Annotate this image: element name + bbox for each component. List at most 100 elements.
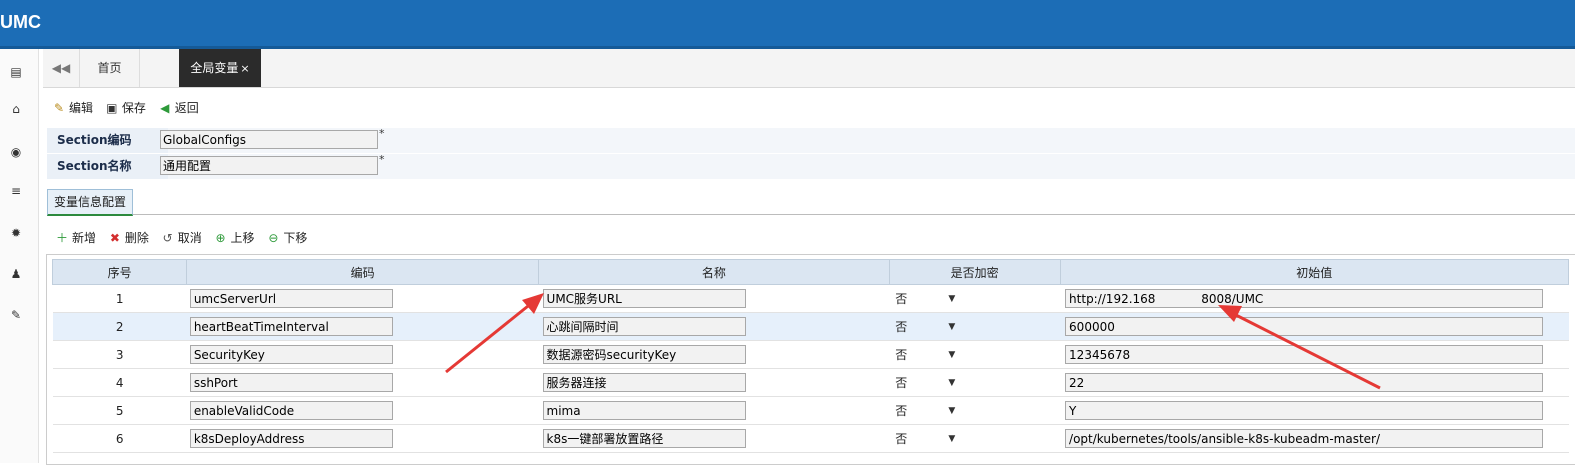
bank-icon[interactable]: ⌂ [8, 101, 24, 117]
name-input[interactable] [542, 289, 746, 308]
row-no-cell: 6 [52, 424, 187, 453]
row-no: 2 [115, 319, 124, 334]
code-input[interactable] [189, 345, 393, 364]
section-name-input[interactable] [160, 156, 378, 175]
code-input[interactable] [189, 401, 393, 420]
value-input[interactable] [1065, 401, 1544, 420]
encrypt-select[interactable]: 否 ▼ [889, 290, 961, 308]
section-form: Section编码 * Section名称 * [47, 127, 1575, 180]
edit-label: 编辑 [69, 101, 94, 115]
row-no-cell: 3 [52, 340, 187, 369]
save-button[interactable]: ▣ 保存 [105, 99, 146, 116]
row-no: 4 [115, 375, 124, 390]
red-arrow-annotation-2 [1218, 305, 1381, 390]
sidebar: ▤ ⌂ ◉ ≡ ✹ ♟ ✎ [0, 49, 39, 463]
code-input[interactable] [189, 429, 393, 448]
move-down-label: 下移 [283, 231, 308, 245]
header-encrypt[interactable]: 是否加密 [888, 259, 1061, 285]
add-button[interactable]: ＋ 新增 [55, 229, 96, 246]
users-icon[interactable]: ♟ [8, 266, 24, 282]
name-input[interactable] [542, 317, 746, 336]
row-no: 3 [115, 347, 124, 362]
code-input[interactable] [189, 317, 393, 336]
encrypt-value: 否 [895, 376, 908, 390]
move-down-button[interactable]: ⊖ 下移 [266, 229, 307, 246]
undo-icon: ↺ [162, 230, 173, 245]
name-input[interactable] [542, 345, 746, 364]
header-no[interactable]: 序号 [51, 259, 188, 285]
tab-home[interactable]: 首页 [80, 49, 140, 87]
edit-button[interactable]: ✎ 编辑 [52, 99, 93, 116]
back-button[interactable]: ◀ 返回 [158, 99, 199, 116]
eye-icon[interactable]: ◉ [8, 144, 24, 160]
arrow-up-icon: ⊕ [215, 230, 226, 245]
encrypt-cell: 否 ▼ [889, 424, 1061, 453]
name-cell [538, 396, 890, 425]
name-input[interactable] [542, 373, 746, 392]
name-cell [538, 312, 890, 341]
section-code-cell: * [159, 127, 1459, 152]
close-icon[interactable]: × [240, 62, 249, 75]
cancel-label: 取消 [177, 231, 202, 245]
delete-button[interactable]: ✖ 删除 [108, 229, 149, 246]
value-input[interactable] [1065, 429, 1544, 448]
table-row[interactable]: 6 否▼ [52, 424, 1569, 453]
row-no-cell: 2 [52, 312, 187, 341]
encrypt-cell: 否 ▼ [889, 340, 1061, 369]
tabs-bar: ◀◀ 首页 全局变量 × [43, 49, 1575, 88]
name-input[interactable] [542, 401, 746, 420]
tab-variable-config[interactable]: 变量信息配置 [47, 189, 134, 216]
code-input[interactable] [189, 289, 393, 308]
gear-icon[interactable]: ✹ [8, 225, 24, 241]
move-up-button[interactable]: ⊕ 上移 [214, 229, 255, 246]
table-header-row: 序号 编码 名称 是否加密 初始值 [51, 259, 1570, 285]
arrow-shaft [445, 296, 539, 374]
table-row[interactable]: 5否▼ [52, 396, 1569, 425]
header-name[interactable]: 名称 [538, 259, 890, 285]
chevron-down-icon: ▼ [948, 293, 956, 304]
section-code-input[interactable] [160, 130, 378, 149]
tab-label: 全局变量 [190, 61, 239, 75]
row-no-cell: 1 [52, 284, 187, 313]
required-mark: * [379, 153, 385, 166]
header-value[interactable]: 初始值 [1059, 259, 1570, 285]
code-cell [186, 424, 539, 453]
encrypt-select[interactable]: 否 ▼ [889, 430, 961, 448]
encrypt-select[interactable]: 否 ▼ [889, 318, 961, 336]
encrypt-value: 否 [895, 348, 908, 362]
encrypt-value: 否 [895, 404, 908, 418]
section-name-cell: * [159, 153, 1459, 178]
tab-global-vars[interactable]: 全局变量 × [179, 49, 261, 87]
id-card-icon[interactable]: ▤ [8, 64, 24, 80]
cancel-button[interactable]: ↺ 取消 [161, 229, 202, 246]
row-no: 6 [115, 431, 124, 446]
chevron-down-icon: ▼ [948, 377, 956, 388]
code-input[interactable] [189, 373, 393, 392]
double-left-icon[interactable]: ◀◀ [43, 49, 80, 87]
section-code-label: Section编码 [47, 128, 168, 153]
add-doc-icon: ＋ [55, 230, 68, 245]
pencil-icon: ✎ [53, 100, 65, 115]
delete-label: 删除 [124, 231, 149, 245]
required-mark: * [379, 127, 385, 140]
form-row-code: Section编码 * [47, 127, 1575, 154]
value-cell [1060, 396, 1569, 425]
encrypt-select[interactable]: 否 ▼ [889, 374, 961, 392]
chevron-down-icon: ▼ [948, 321, 956, 332]
form-row-name: Section名称 * [47, 153, 1575, 180]
row-no: 5 [115, 403, 124, 418]
list-icon[interactable]: ≡ [8, 183, 24, 199]
header-code[interactable]: 编码 [186, 259, 540, 285]
encrypt-select[interactable]: 否 ▼ [889, 346, 961, 364]
arrow-head [1218, 305, 1242, 322]
chevron-down-icon: ▼ [948, 405, 956, 416]
name-input[interactable] [542, 429, 746, 448]
wrench-icon[interactable]: ✎ [8, 307, 24, 323]
form-toolbar: ✎ 编辑 ▣ 保存 ◀ 返回 [52, 99, 207, 117]
arrow-shaft [1225, 308, 1381, 390]
encrypt-cell: 否 ▼ [889, 312, 1061, 341]
sub-tabs: 变量信息配置 [47, 189, 1575, 216]
arrow-down-icon: ⊖ [268, 230, 279, 245]
row-no: 1 [115, 291, 124, 306]
encrypt-select[interactable]: 否 ▼ [889, 402, 961, 420]
